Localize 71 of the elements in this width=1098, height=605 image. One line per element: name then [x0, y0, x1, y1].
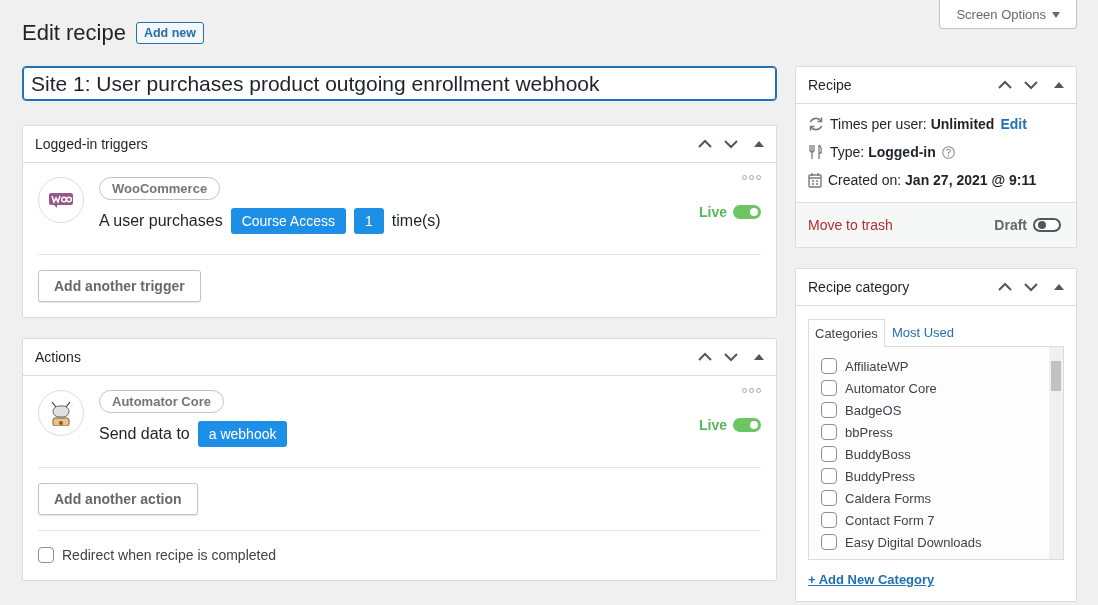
fork-knife-icon — [808, 144, 824, 160]
move-down-icon[interactable] — [1024, 80, 1038, 90]
panel-title: Recipe — [808, 77, 853, 93]
recipe-title-field[interactable]: Site 1: User purchases product outgoing enrollment webhook — [22, 66, 777, 101]
category-label: Automator Core — [845, 380, 937, 396]
refresh-icon — [808, 116, 824, 132]
token-chip[interactable]: 1 — [354, 208, 384, 234]
add-category-link[interactable]: + Add New Category — [808, 572, 935, 587]
category-label: BuddyPress — [845, 468, 916, 484]
checkbox[interactable] — [821, 446, 837, 462]
move-up-icon[interactable] — [698, 352, 712, 362]
toggle-switch[interactable] — [733, 205, 761, 219]
add-new-button[interactable]: Add new — [135, 22, 205, 44]
checkbox[interactable] — [821, 490, 837, 506]
panel-title: Logged-in triggers — [35, 136, 149, 152]
page-title: Edit recipe — [22, 20, 126, 46]
checkbox[interactable] — [821, 380, 837, 396]
token-chip[interactable]: a webhook — [197, 421, 288, 447]
recipe-info: Created on: Jan 27, 2021 @ 9:11 — [828, 172, 1037, 188]
scrollbar[interactable] — [1049, 347, 1063, 559]
move-down-icon[interactable] — [724, 352, 738, 362]
sentence-text: time(s) — [391, 212, 441, 230]
calendar-icon — [808, 172, 822, 188]
more-icon[interactable] — [742, 175, 761, 180]
screen-options-button[interactable]: Screen Options — [939, 0, 1077, 29]
move-up-icon[interactable] — [998, 282, 1012, 292]
collapse-icon[interactable] — [754, 354, 764, 360]
move-down-icon[interactable] — [724, 139, 738, 149]
category-label: AffiliateWP — [845, 358, 909, 374]
move-up-icon[interactable] — [998, 80, 1012, 90]
category-label: BadgeOS — [845, 402, 902, 418]
status-label: Live — [699, 204, 727, 220]
move-to-trash-link[interactable]: Move to trash — [808, 217, 893, 233]
checkbox[interactable] — [821, 534, 837, 550]
checkbox[interactable] — [821, 468, 837, 484]
tab[interactable]: Most Used — [884, 318, 961, 346]
category-label: Contact Form 7 — [845, 512, 935, 528]
collapse-icon[interactable] — [1054, 82, 1064, 88]
sentence-text: A user purchases — [99, 212, 223, 230]
caret-icon — [1052, 11, 1060, 18]
more-icon[interactable] — [742, 388, 761, 393]
token-chip[interactable]: Course Access — [230, 208, 346, 234]
category-label: BuddyBoss — [845, 446, 911, 462]
move-down-icon[interactable] — [1024, 282, 1038, 292]
toggle-switch[interactable] — [733, 418, 761, 432]
status-label: Live — [699, 417, 727, 433]
category-label: Caldera Forms — [845, 490, 931, 506]
edit-link[interactable]: Edit — [1000, 116, 1027, 132]
checkbox[interactable] — [38, 547, 54, 563]
help-icon[interactable] — [941, 145, 955, 159]
category-label: bbPress — [845, 424, 893, 440]
status-label: Draft — [994, 217, 1027, 233]
checkbox[interactable] — [821, 402, 837, 418]
move-up-icon[interactable] — [698, 139, 712, 149]
sentence-text: Send data to — [99, 425, 190, 443]
checkbox[interactable] — [821, 358, 837, 374]
add-button[interactable]: Add another action — [38, 483, 198, 515]
recipe-info: Type: Logged-in — [830, 144, 936, 160]
collapse-icon[interactable] — [754, 141, 764, 147]
add-button[interactable]: Add another trigger — [38, 270, 201, 302]
panel-title: Recipe category — [808, 279, 911, 295]
checkbox[interactable] — [821, 512, 837, 528]
category-label: Easy Digital Downloads — [845, 534, 982, 550]
woo-logo-icon — [48, 191, 74, 209]
recipe-info: Times per user: Unlimited — [830, 116, 995, 132]
collapse-icon[interactable] — [1054, 284, 1064, 290]
checkbox-label: Redirect when recipe is completed — [62, 547, 276, 563]
checkbox[interactable] — [821, 424, 837, 440]
toggle-switch[interactable] — [1033, 218, 1061, 232]
tab[interactable]: Categories — [808, 319, 885, 347]
panel-title: Actions — [35, 349, 82, 365]
